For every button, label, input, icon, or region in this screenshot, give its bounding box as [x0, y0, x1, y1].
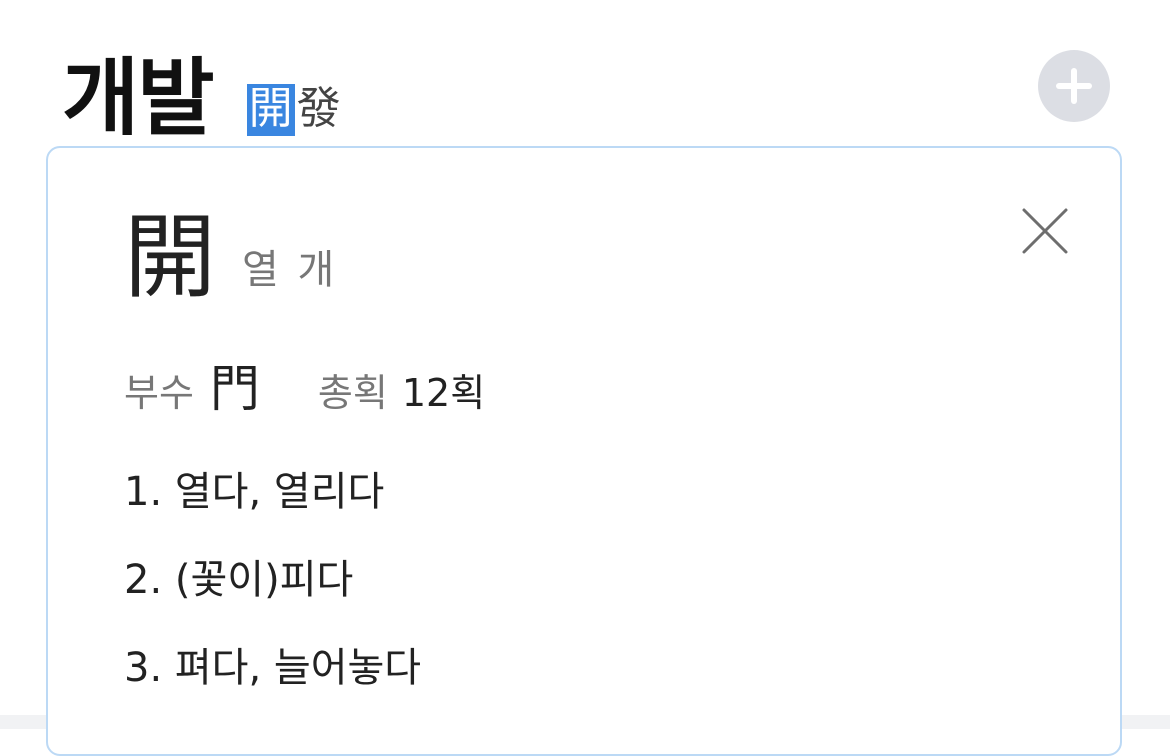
- close-button[interactable]: [1020, 206, 1070, 256]
- radical-value: 門: [209, 360, 260, 418]
- entry-header: 개발 開 發: [62, 40, 343, 140]
- meanings-list: 1. 열다, 열리다 2. (꽃이)피다 3. 펴다, 늘어놓다: [124, 448, 421, 712]
- hanja-char[interactable]: 發: [295, 84, 343, 136]
- meaning-item: 2. (꽃이)피다: [124, 557, 354, 603]
- meaning-item: 3. 펴다, 늘어놓다: [124, 645, 422, 691]
- meaning-item: 1. 열다, 열리다: [124, 469, 385, 515]
- hanja-title: 開 열 개: [124, 212, 334, 304]
- plus-icon-vertical: [1071, 68, 1077, 104]
- entry-hanja: 開 發: [246, 84, 343, 136]
- add-button[interactable]: [1038, 50, 1110, 122]
- hanja-meta: 부수 門 총획 12획: [124, 362, 485, 416]
- strokes-value: 12획: [401, 370, 486, 415]
- hanja-char-selected[interactable]: 開: [246, 84, 295, 136]
- radical-label: 부수: [124, 370, 194, 415]
- close-icon: [1022, 208, 1068, 254]
- hanja-character: 開: [124, 204, 217, 311]
- strokes-label: 총획: [317, 370, 388, 415]
- entry-word: 개발: [62, 49, 215, 147]
- hanja-reading: 열 개: [242, 247, 335, 293]
